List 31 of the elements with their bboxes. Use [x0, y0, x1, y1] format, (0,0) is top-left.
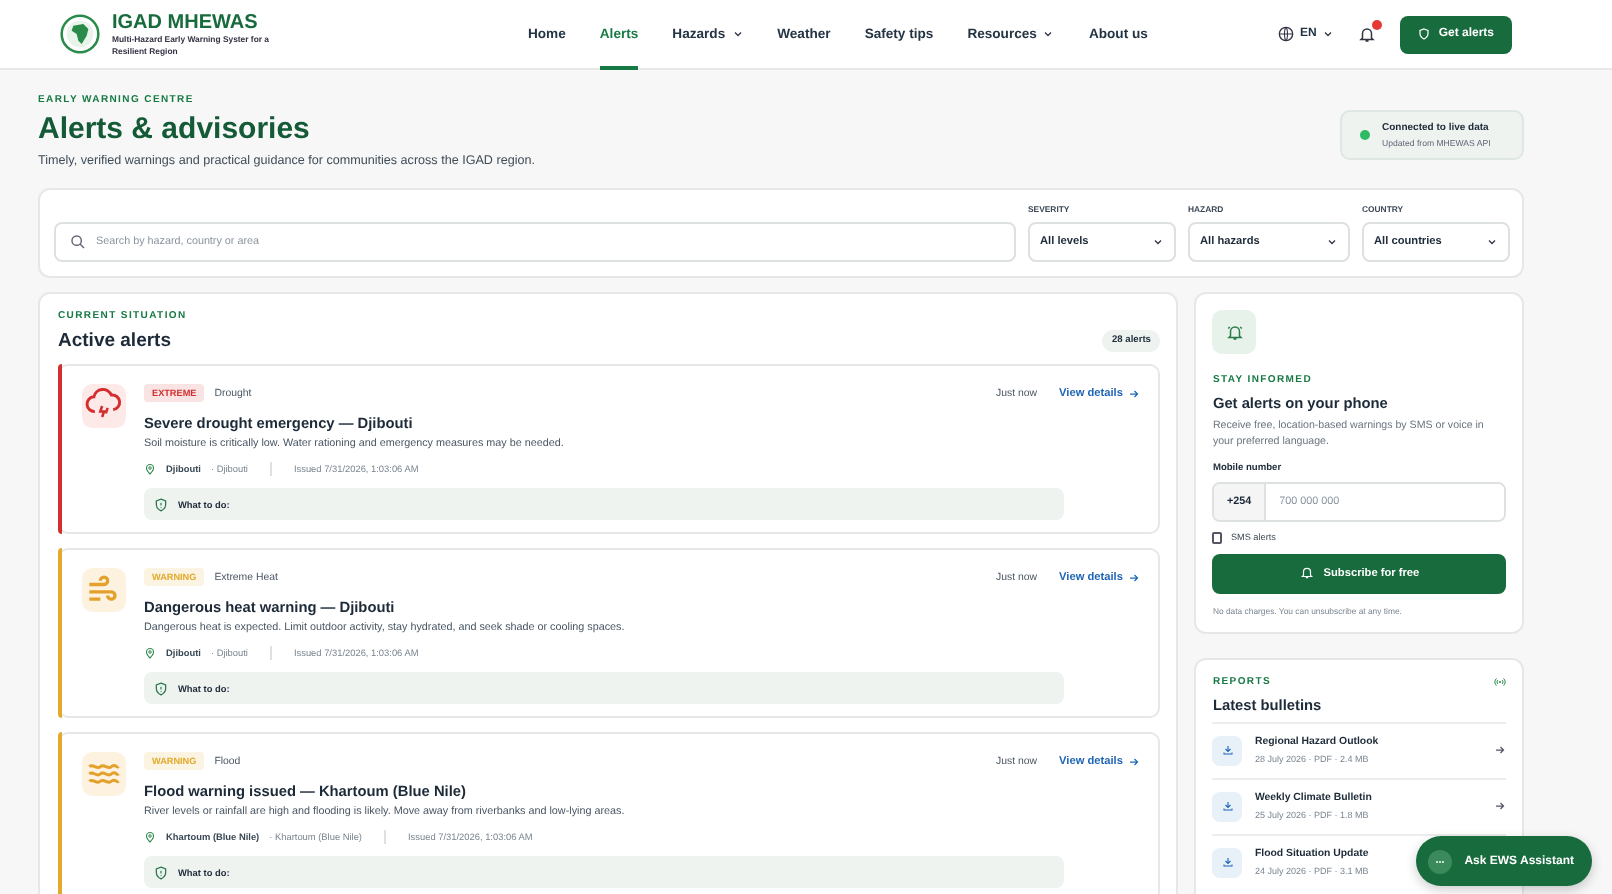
arrow-right-icon[interactable] — [1494, 744, 1506, 757]
arrow-right-icon — [1128, 571, 1141, 583]
brand-name: IGAD MHEWAS — [112, 12, 260, 35]
section-title: Active alerts — [58, 330, 174, 352]
arrow-right-icon — [1128, 387, 1141, 399]
globe-icon — [1277, 26, 1294, 42]
shield-icon — [154, 497, 168, 511]
shield-icon — [154, 681, 168, 695]
status-dot — [1360, 130, 1370, 140]
download-icon — [1221, 800, 1234, 813]
bell-icon — [1299, 566, 1314, 581]
location-pin-icon — [144, 830, 156, 844]
download-icon — [1221, 744, 1234, 757]
download-icon — [1221, 856, 1234, 869]
chevron-down-icon — [1326, 236, 1338, 248]
shield-icon — [1418, 28, 1431, 40]
chevron-down-icon — [1486, 236, 1498, 248]
chevron-down-icon — [1152, 236, 1164, 248]
sms-checkbox[interactable] — [1212, 531, 1223, 544]
broadcast-icon — [1494, 675, 1506, 688]
shield-icon — [154, 865, 168, 879]
page-title: Alerts & advisories — [38, 112, 312, 146]
arrow-right-icon — [1128, 755, 1141, 767]
location-pin-icon — [144, 646, 156, 660]
bell-icon — [1225, 323, 1244, 341]
bell-icon[interactable] — [1358, 25, 1377, 43]
search-icon — [70, 234, 86, 250]
chevron-down-icon — [1322, 28, 1335, 40]
location-pin-icon — [144, 462, 156, 476]
arrow-right-icon[interactable] — [1494, 800, 1506, 813]
logo-icon[interactable] — [60, 14, 100, 54]
